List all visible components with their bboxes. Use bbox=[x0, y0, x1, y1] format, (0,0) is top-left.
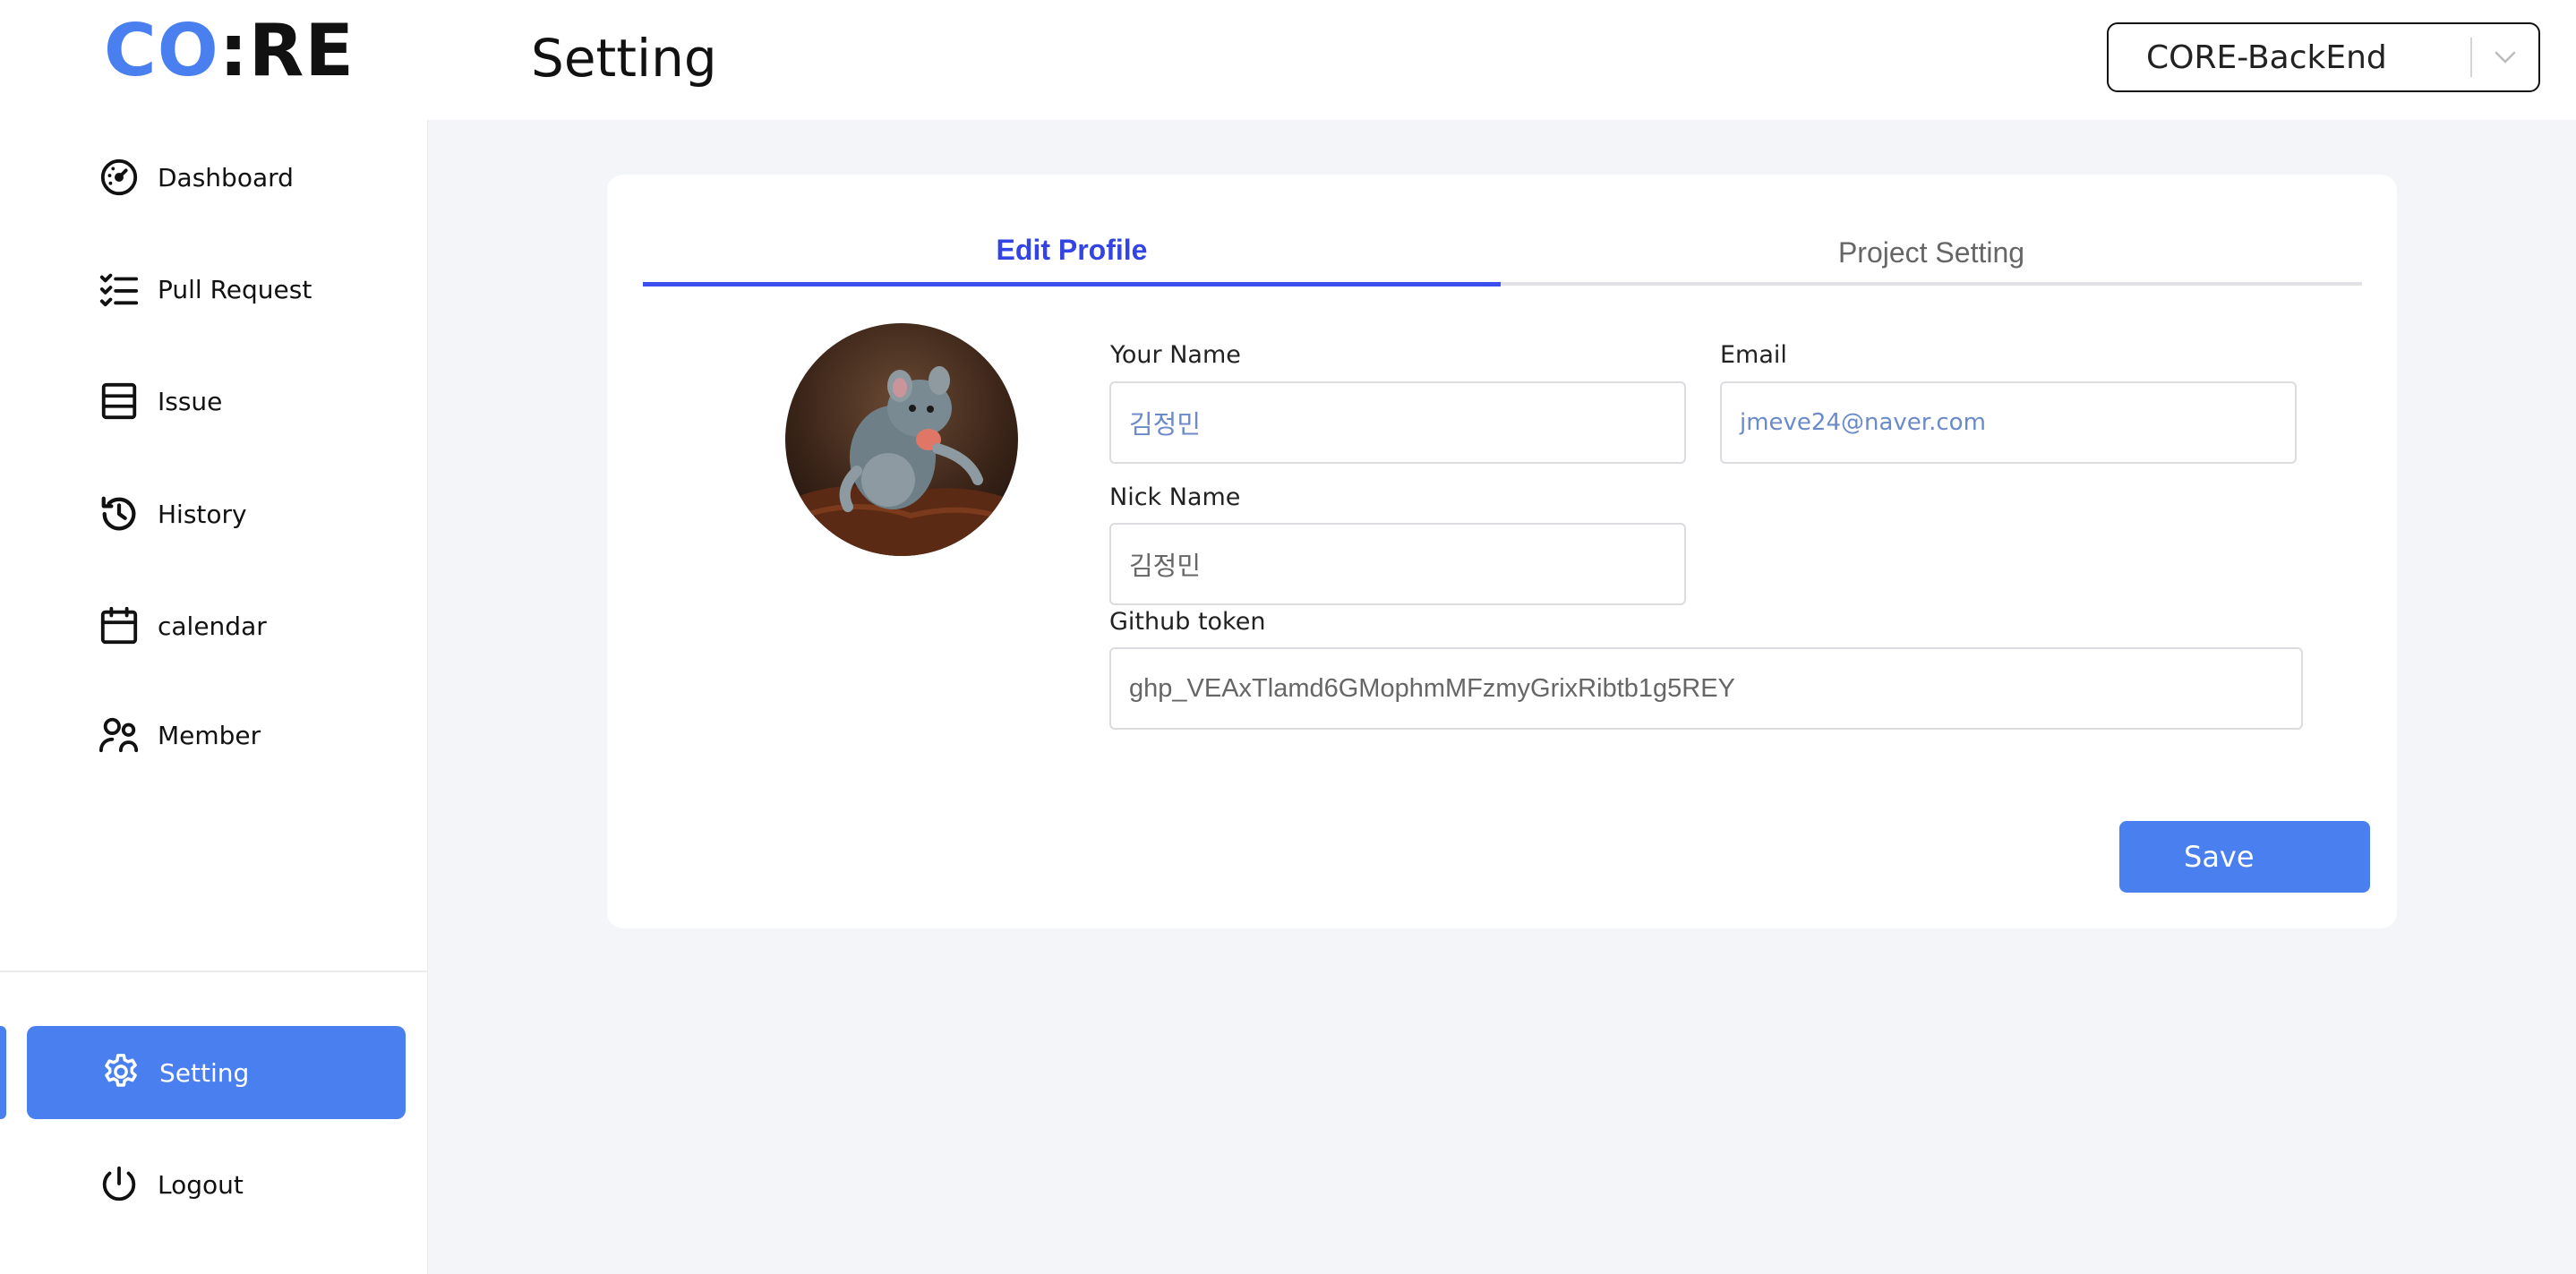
sidebar-item-issue[interactable]: Issue bbox=[98, 374, 222, 428]
sidebar-item-label: History bbox=[158, 499, 247, 529]
github-token-value: ghp_VEAxTlamd6GMophmMFzmyGrixRibtb1g5REY bbox=[1129, 673, 1735, 703]
sidebar-item-label: Setting bbox=[159, 1057, 250, 1088]
rat-avatar-icon bbox=[785, 323, 1018, 556]
your-name-input[interactable]: 김정민 bbox=[1109, 381, 1686, 464]
sidebar-item-logout[interactable]: Logout bbox=[98, 1158, 244, 1211]
history-icon bbox=[101, 496, 136, 531]
sidebar-item-label: Dashboard bbox=[158, 162, 294, 192]
active-indicator bbox=[0, 1026, 6, 1119]
github-token-input[interactable]: ghp_VEAxTlamd6GMophmMFzmyGrixRibtb1g5REY bbox=[1109, 647, 2303, 730]
nick-name-input[interactable]: 김정민 bbox=[1109, 523, 1686, 605]
sidebar-item-history[interactable]: History bbox=[98, 487, 247, 541]
edit-profile-card: Edit Profile Project Setting Your Name 김… bbox=[607, 175, 2397, 928]
chevron-down-icon[interactable] bbox=[2472, 22, 2538, 92]
gear-icon bbox=[105, 1054, 137, 1087]
avatar[interactable] bbox=[785, 323, 1018, 556]
save-button[interactable]: Save bbox=[2119, 821, 2370, 893]
sidebar-item-label: Issue bbox=[158, 386, 223, 416]
logo-text-co: CO bbox=[104, 9, 219, 92]
tab-project-setting[interactable]: Project Setting bbox=[1501, 219, 2362, 286]
sidebar: CO:RE Dashboard Pull Request Issue Histo… bbox=[0, 0, 428, 1274]
your-name-placeholder: 김정민 bbox=[1129, 409, 1202, 440]
list-box-icon bbox=[101, 382, 137, 420]
page-title: Setting bbox=[531, 28, 717, 89]
nick-name-placeholder: 김정민 bbox=[1129, 551, 1202, 581]
dashboard-gauge-icon bbox=[100, 158, 138, 196]
tab-edit-profile[interactable]: Edit Profile bbox=[643, 218, 1501, 286]
checklist-icon bbox=[99, 273, 139, 307]
sidebar-item-pull-request[interactable]: Pull Request bbox=[98, 262, 312, 316]
your-name-label: Your Name bbox=[1110, 341, 1241, 369]
core-logo[interactable]: CO:RE bbox=[104, 11, 355, 91]
members-icon bbox=[98, 717, 139, 753]
email-input[interactable]: jmeve24@naver.com bbox=[1720, 381, 2297, 464]
email-placeholder: jmeve24@naver.com bbox=[1740, 409, 1986, 436]
sidebar-divider bbox=[0, 970, 427, 972]
logo-colon: : bbox=[218, 9, 249, 92]
sidebar-item-setting[interactable]: Setting bbox=[27, 1026, 406, 1119]
sidebar-item-label: Logout bbox=[158, 1169, 244, 1200]
sidebar-item-calendar[interactable]: calendar bbox=[98, 599, 267, 653]
sidebar-item-label: Member bbox=[158, 720, 261, 750]
sidebar-item-label: calendar bbox=[158, 611, 267, 641]
email-label: Email bbox=[1720, 341, 1787, 369]
github-token-label: Github token bbox=[1109, 608, 1266, 636]
sidebar-item-member[interactable]: Member bbox=[98, 708, 261, 762]
logo-text-re: RE bbox=[248, 9, 355, 92]
project-select[interactable]: CORE-BackEnd bbox=[2107, 22, 2540, 92]
project-select-value: CORE-BackEnd bbox=[2146, 38, 2387, 76]
nick-name-label: Nick Name bbox=[1109, 483, 1241, 511]
sidebar-item-dashboard[interactable]: Dashboard bbox=[98, 150, 294, 204]
power-icon bbox=[102, 1166, 136, 1201]
calendar-icon bbox=[100, 606, 138, 645]
sidebar-item-label: Pull Request bbox=[158, 274, 312, 304]
